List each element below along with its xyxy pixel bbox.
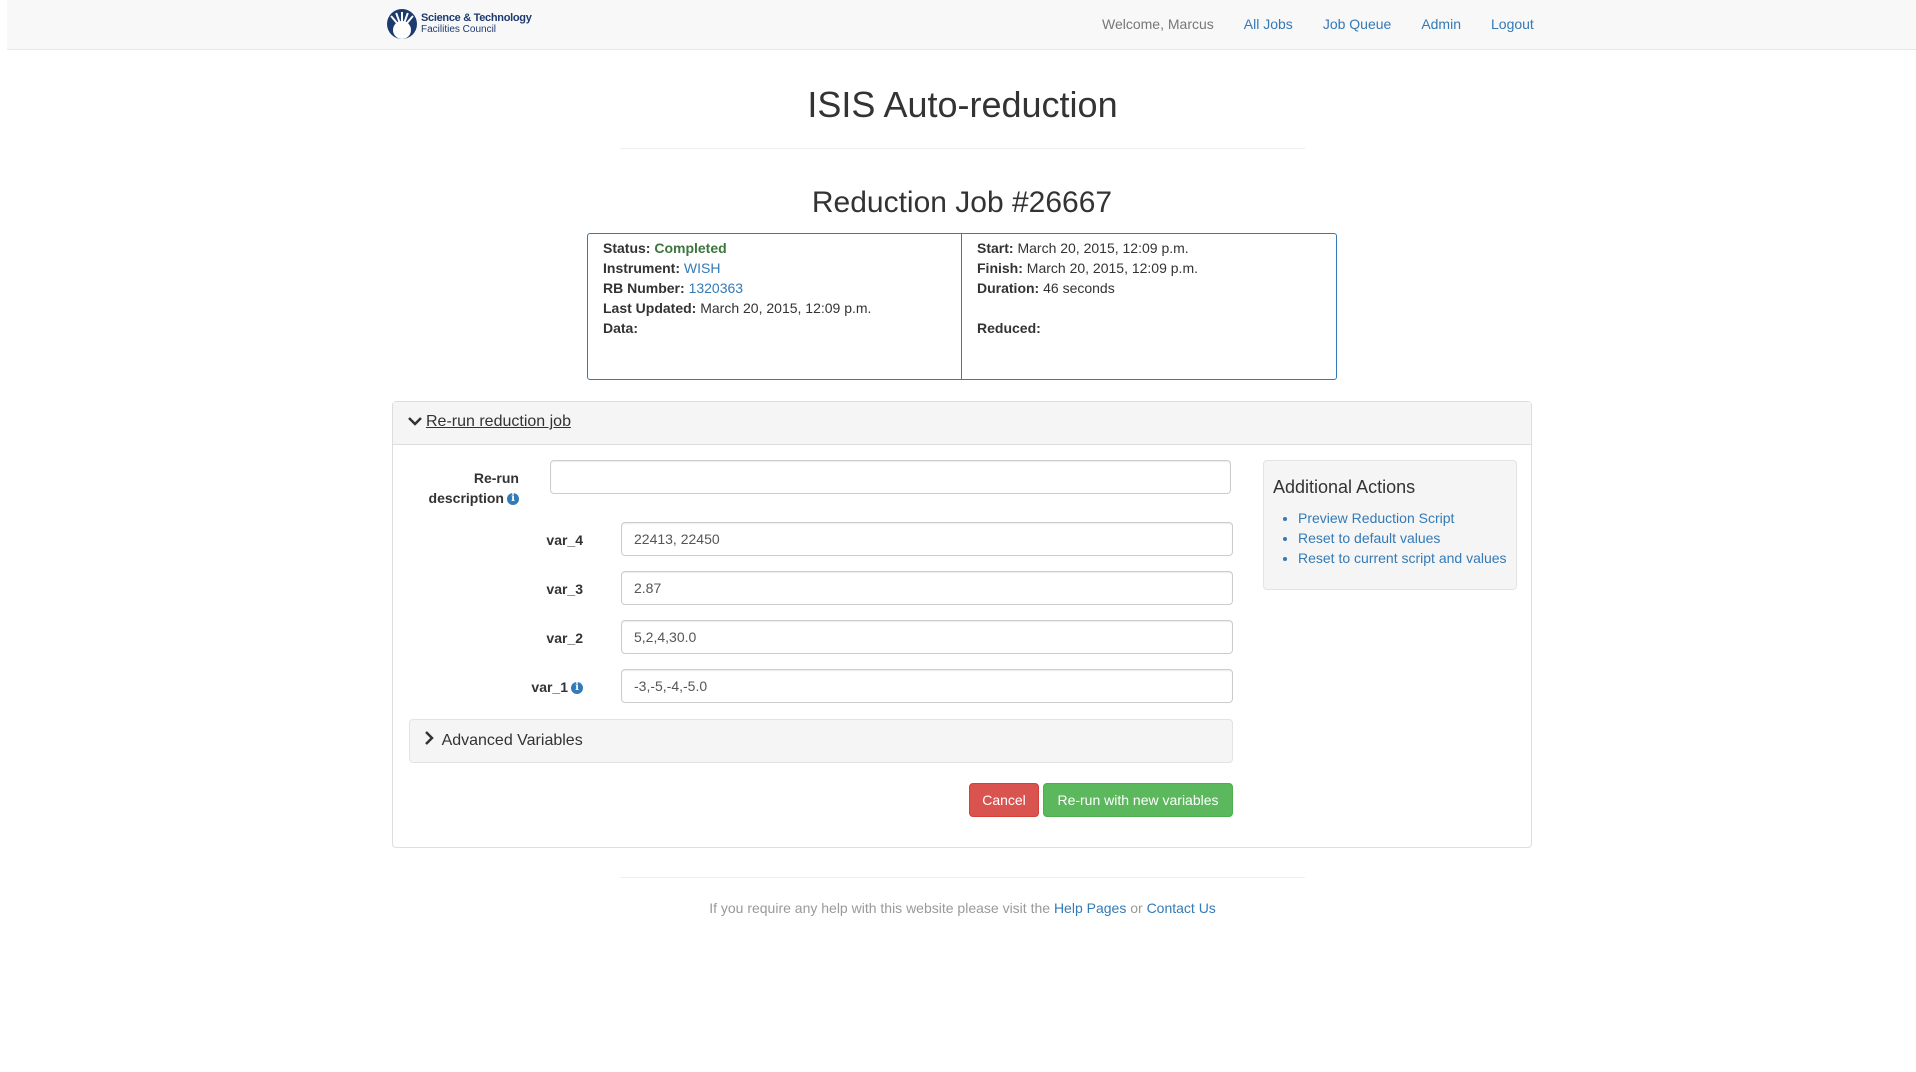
description-label-line1: Re-run (473, 470, 519, 486)
advanced-variables-toggle[interactable]: Advanced Variables (409, 719, 1233, 763)
contact-us-link[interactable]: Contact Us (1147, 900, 1216, 916)
var-2-label: var_2 (546, 630, 583, 646)
brand-line-2: Facilities Council (421, 24, 497, 35)
var-4-input[interactable] (621, 522, 1233, 556)
additional-actions-title: Additional Actions (1273, 477, 1416, 497)
job-info-box: Status: Completed Instrument: WISH RB Nu… (587, 233, 1337, 380)
nav-admin[interactable]: Admin (1421, 16, 1461, 32)
info-icon[interactable]: i (571, 682, 583, 695)
brand-logo-link[interactable]: Science & Technology Facilities Council (387, 9, 532, 39)
job-info-right: Start: March 20, 2015, 12:09 p.m. Finish… (962, 234, 1336, 379)
duration-label: Duration: (977, 280, 1040, 296)
rb-number-link[interactable]: 1320363 (689, 280, 744, 296)
var-1-input[interactable] (621, 669, 1233, 703)
var-2-input[interactable] (621, 620, 1233, 654)
preview-script-link[interactable]: Preview Reduction Script (1298, 510, 1454, 526)
instrument-label: Instrument: (603, 260, 680, 276)
additional-actions: Additional Actions Preview Reduction Scr… (1263, 460, 1517, 590)
rerun-submit-button[interactable]: Re-run with new variables (1043, 783, 1233, 817)
var-4-label: var_4 (546, 532, 583, 548)
var-3-input[interactable] (621, 571, 1233, 605)
job-info-left: Status: Completed Instrument: WISH RB Nu… (588, 234, 962, 379)
var-1-label: var_1 (531, 679, 568, 695)
start-label: Start: (977, 240, 1014, 256)
nav-all-jobs[interactable]: All Jobs (1244, 16, 1293, 32)
job-title: Reduction Job #26667 (811, 186, 1113, 219)
duration-value: 46 seconds (1043, 280, 1115, 296)
navbar: Science & Technology Facilities Council … (7, 0, 1916, 50)
footer-or: or (1130, 900, 1143, 916)
last-updated-label: Last Updated: (603, 300, 697, 316)
nav-job-queue[interactable]: Job Queue (1323, 16, 1392, 32)
footer: If you require any help with this websit… (520, 900, 1405, 916)
footer-text: If you require any help with this websit… (709, 900, 1051, 916)
finish-label: Finish: (977, 260, 1023, 276)
description-label-line2: description (428, 490, 504, 506)
welcome-text: Welcome, Marcus (1102, 16, 1214, 32)
info-icon[interactable]: i (507, 493, 519, 506)
finish-value: March 20, 2015, 12:09 p.m. (1026, 260, 1198, 276)
var-3-label: var_3 (546, 581, 583, 597)
advanced-variables-label: Advanced Variables (441, 732, 583, 749)
description-label: Re-run description i (409, 468, 519, 508)
help-pages-link[interactable]: Help Pages (1054, 900, 1126, 916)
description-input[interactable] (550, 460, 1231, 494)
chevron-right-icon (424, 731, 434, 750)
data-label: Data: (603, 320, 639, 336)
status-value: Completed (654, 240, 727, 256)
reset-default-link[interactable]: Reset to default values (1298, 530, 1440, 546)
start-value: March 20, 2015, 12:09 p.m. (1017, 240, 1189, 256)
last-updated-value: March 20, 2015, 12:09 p.m. (700, 300, 872, 316)
divider (620, 148, 1305, 149)
rerun-panel: Re-run reduction job Re-run description i… (392, 401, 1532, 848)
nav-logout[interactable]: Logout (1491, 16, 1534, 32)
cancel-button[interactable]: Cancel (969, 783, 1039, 817)
status-label: Status: (603, 240, 651, 256)
footer-divider (620, 877, 1305, 878)
reduced-label: Reduced: (977, 320, 1041, 336)
stfc-logo-icon (387, 9, 417, 39)
rb-label: RB Number: (603, 280, 685, 296)
page-title: ISIS Auto-reduction (807, 84, 1118, 125)
brand-line-1: Science & Technology (421, 12, 532, 24)
reset-current-link[interactable]: Reset to current script and values (1298, 550, 1507, 566)
instrument-link[interactable]: WISH (684, 260, 721, 276)
var-1-label-wrap: var_1 i (453, 679, 583, 695)
